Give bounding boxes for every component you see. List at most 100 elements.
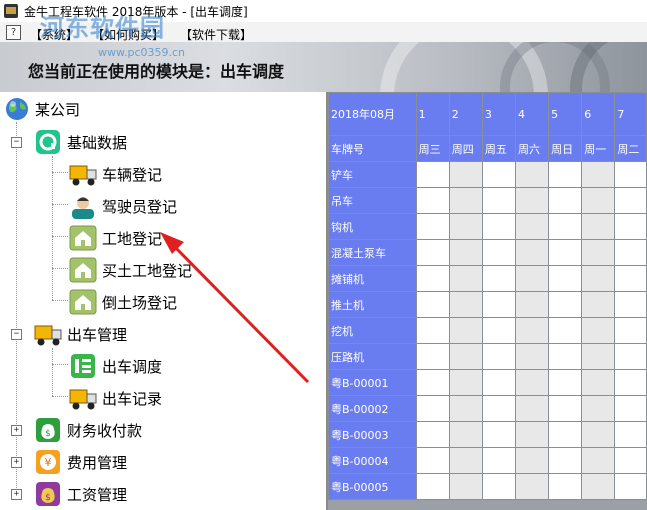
- schedule-cell[interactable]: [514, 291, 550, 318]
- schedule-cell[interactable]: [614, 447, 647, 474]
- schedule-cell[interactable]: [548, 187, 583, 214]
- schedule-cell[interactable]: [514, 187, 550, 214]
- schedule-cell[interactable]: [415, 317, 450, 344]
- schedule-cell[interactable]: [448, 239, 483, 266]
- schedule-cell[interactable]: [415, 265, 450, 292]
- schedule-cell[interactable]: [548, 343, 583, 370]
- tree-group-basic-data[interactable]: 基础数据: [33, 128, 127, 156]
- schedule-cell[interactable]: [614, 317, 647, 344]
- schedule-cell[interactable]: [581, 161, 616, 188]
- schedule-cell[interactable]: [548, 369, 583, 396]
- schedule-cell[interactable]: [614, 239, 647, 266]
- tree-item-soil-purchase-site[interactable]: 买土工地登记: [68, 256, 192, 284]
- schedule-cell[interactable]: [481, 291, 516, 318]
- schedule-cell[interactable]: [448, 317, 483, 344]
- expand-toggle[interactable]: +: [11, 425, 22, 436]
- schedule-cell[interactable]: [448, 291, 483, 318]
- schedule-cell[interactable]: [514, 265, 550, 292]
- schedule-cell[interactable]: [581, 239, 616, 266]
- tree-item-driver-registration[interactable]: 驾驶员登记: [68, 192, 177, 220]
- schedule-cell[interactable]: [415, 473, 450, 500]
- vehicle-row-label[interactable]: 压路机: [328, 343, 417, 370]
- schedule-cell[interactable]: [514, 447, 550, 474]
- schedule-cell[interactable]: [481, 395, 516, 422]
- schedule-cell[interactable]: [514, 369, 550, 396]
- vehicle-row-label[interactable]: 摊铺机: [328, 265, 417, 292]
- schedule-cell[interactable]: [514, 239, 550, 266]
- schedule-cell[interactable]: [448, 473, 483, 500]
- expand-toggle[interactable]: +: [11, 489, 22, 500]
- schedule-cell[interactable]: [581, 213, 616, 240]
- tree-group-expense[interactable]: ¥ 费用管理: [33, 448, 127, 476]
- schedule-cell[interactable]: [548, 239, 583, 266]
- vehicle-row-label[interactable]: 推土机: [328, 291, 417, 318]
- schedule-cell[interactable]: [448, 369, 483, 396]
- schedule-cell[interactable]: [481, 239, 516, 266]
- collapse-toggle[interactable]: −: [11, 329, 22, 340]
- vehicle-row-label[interactable]: 混凝土泵车: [328, 239, 417, 266]
- schedule-cell[interactable]: [581, 265, 616, 292]
- schedule-cell[interactable]: [415, 343, 450, 370]
- vehicle-row-label[interactable]: 钩机: [328, 213, 417, 240]
- schedule-cell[interactable]: [581, 395, 616, 422]
- schedule-cell[interactable]: [581, 291, 616, 318]
- tree-group-finance[interactable]: $ 财务收付款: [33, 416, 142, 444]
- schedule-cell[interactable]: [415, 369, 450, 396]
- schedule-cell[interactable]: [415, 187, 450, 214]
- schedule-cell[interactable]: [514, 161, 550, 188]
- collapse-toggle[interactable]: −: [11, 137, 22, 148]
- schedule-cell[interactable]: [614, 473, 647, 500]
- schedule-cell[interactable]: [448, 447, 483, 474]
- schedule-cell[interactable]: [481, 317, 516, 344]
- tree-item-vehicle-registration[interactable]: 车辆登记: [68, 160, 162, 188]
- schedule-cell[interactable]: [548, 265, 583, 292]
- schedule-cell[interactable]: [481, 265, 516, 292]
- schedule-cell[interactable]: [548, 317, 583, 344]
- schedule-cell[interactable]: [415, 213, 450, 240]
- schedule-cell[interactable]: [448, 161, 483, 188]
- schedule-cell[interactable]: [581, 447, 616, 474]
- tree-group-salary[interactable]: $ 工资管理: [33, 480, 127, 508]
- schedule-cell[interactable]: [481, 213, 516, 240]
- tree-item-dump-site[interactable]: 倒土场登记: [68, 288, 177, 316]
- schedule-cell[interactable]: [581, 473, 616, 500]
- schedule-cell[interactable]: [448, 213, 483, 240]
- schedule-cell[interactable]: [581, 317, 616, 344]
- vehicle-row-label[interactable]: 铲车: [328, 161, 417, 188]
- schedule-cell[interactable]: [548, 291, 583, 318]
- schedule-cell[interactable]: [415, 395, 450, 422]
- menu-item-download[interactable]: 【软件下载】: [180, 26, 252, 43]
- help-icon[interactable]: ?: [6, 25, 21, 40]
- schedule-cell[interactable]: [481, 421, 516, 448]
- vehicle-row-label[interactable]: 吊车: [328, 187, 417, 214]
- vehicle-row-label[interactable]: 粤B-00001: [328, 369, 417, 396]
- schedule-cell[interactable]: [514, 421, 550, 448]
- schedule-cell[interactable]: [481, 447, 516, 474]
- schedule-cell[interactable]: [415, 447, 450, 474]
- schedule-cell[interactable]: [514, 317, 550, 344]
- tree-item-site-registration[interactable]: 工地登记: [68, 224, 162, 252]
- schedule-cell[interactable]: [614, 395, 647, 422]
- schedule-cell[interactable]: [448, 265, 483, 292]
- tree-root-company[interactable]: 某公司: [3, 95, 80, 123]
- vehicle-row-label[interactable]: 粤B-00005: [328, 473, 417, 500]
- schedule-cell[interactable]: [514, 395, 550, 422]
- schedule-cell[interactable]: [415, 239, 450, 266]
- schedule-cell[interactable]: [448, 187, 483, 214]
- schedule-cell[interactable]: [548, 161, 583, 188]
- expand-toggle[interactable]: +: [11, 457, 22, 468]
- schedule-cell[interactable]: [481, 187, 516, 214]
- schedule-cell[interactable]: [481, 473, 516, 500]
- schedule-cell[interactable]: [614, 265, 647, 292]
- schedule-cell[interactable]: [548, 421, 583, 448]
- schedule-cell[interactable]: [581, 421, 616, 448]
- schedule-cell[interactable]: [581, 369, 616, 396]
- tree-item-dispatch-records[interactable]: 出车记录: [68, 384, 162, 412]
- vehicle-row-label[interactable]: 粤B-00002: [328, 395, 417, 422]
- schedule-cell[interactable]: [415, 291, 450, 318]
- schedule-cell[interactable]: [548, 473, 583, 500]
- schedule-cell[interactable]: [415, 161, 450, 188]
- schedule-cell[interactable]: [415, 421, 450, 448]
- schedule-cell[interactable]: [614, 369, 647, 396]
- schedule-cell[interactable]: [548, 447, 583, 474]
